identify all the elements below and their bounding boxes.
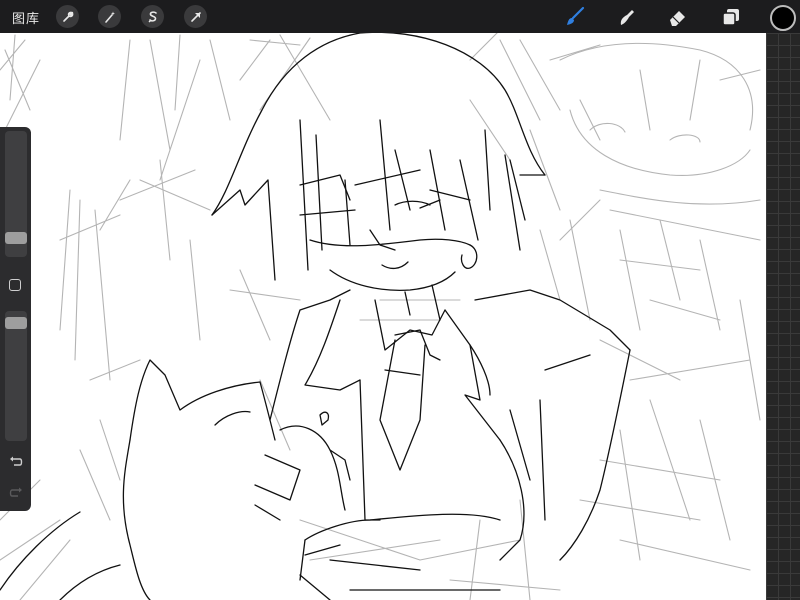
gallery-button[interactable]: 图库 [12, 8, 40, 27]
side-toolbar [0, 127, 31, 511]
eraser-icon[interactable] [666, 5, 690, 29]
opacity-thumb[interactable] [5, 317, 27, 329]
drawing-canvas[interactable] [0, 33, 766, 600]
brush-icon[interactable] [563, 5, 587, 29]
sketch-artwork [0, 33, 761, 600]
selection-icon[interactable] [141, 5, 164, 28]
color-picker-button[interactable] [770, 5, 796, 31]
opacity-slider[interactable] [5, 311, 27, 441]
transform-arrow-icon[interactable] [184, 5, 207, 28]
modify-square-icon[interactable] [9, 279, 21, 291]
wrench-icon[interactable] [56, 5, 79, 28]
smudge-icon[interactable] [614, 5, 638, 29]
canvas-edge-grid [766, 33, 800, 600]
magic-wand-icon[interactable] [98, 5, 121, 28]
undo-icon[interactable] [8, 454, 24, 468]
brush-size-thumb[interactable] [5, 232, 27, 244]
redo-icon[interactable] [8, 485, 24, 499]
brush-size-slider[interactable] [5, 131, 27, 257]
top-toolbar: 图库 [0, 0, 800, 33]
layers-icon[interactable] [719, 5, 743, 29]
